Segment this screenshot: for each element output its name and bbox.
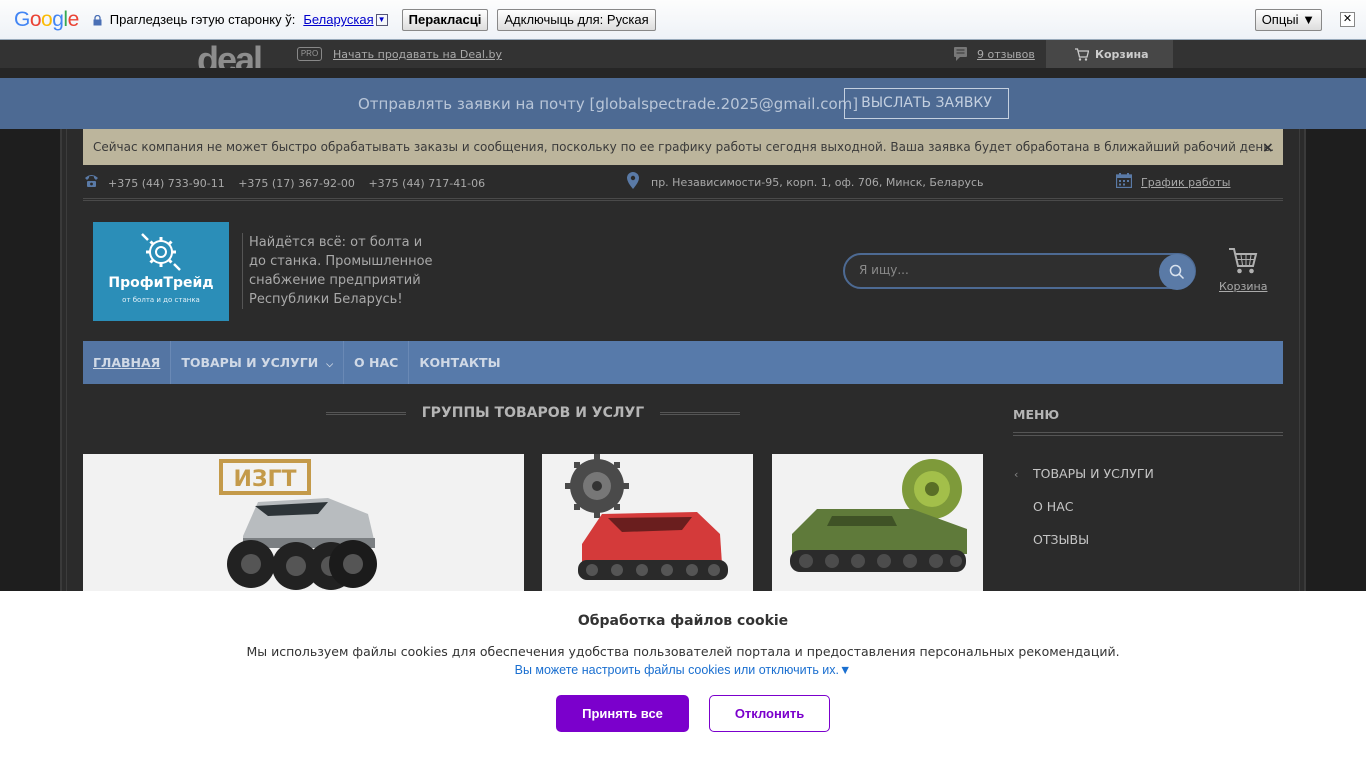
search-input[interactable]	[859, 263, 1149, 277]
product-group-card[interactable]	[542, 454, 753, 591]
chevron-left-icon[interactable]: ‹	[1014, 468, 1018, 481]
header-cart-link[interactable]: Корзина	[1219, 280, 1267, 293]
translate-bar: Google Прагледзець гэтую старонку ў: Бел…	[0, 0, 1366, 40]
request-email-text: Отправлять заявки на почту [globalspectr…	[358, 95, 859, 113]
work-schedule-link[interactable]: График работы	[1141, 176, 1230, 189]
company-address: пр. Независимости-95, корп. 1, оф. 706, …	[651, 176, 984, 189]
decline-button[interactable]: Отклонить	[709, 695, 830, 732]
izgt-logo-text: ИЗГТ	[233, 467, 296, 492]
product-group-card[interactable]	[772, 454, 983, 591]
nav-item-contacts[interactable]: КОНТАКТЫ	[409, 341, 510, 384]
title-decoration	[660, 412, 740, 415]
translate-language-select[interactable]: Беларуская	[303, 12, 373, 27]
translate-button[interactable]: Перакласці	[401, 8, 489, 31]
cookie-settings-link[interactable]: Вы можете настроить файлы cookies или от…	[0, 663, 1366, 677]
translate-prompt: Прагледзець гэтую старонку ў:	[109, 12, 296, 27]
cart-icon[interactable]	[1228, 247, 1258, 275]
logo-name: ПрофиТрейд	[108, 275, 214, 291]
phone-number[interactable]: +375 (17) 367-92-00	[238, 177, 355, 190]
closed-notice: Сейчас компания не может быстро обрабаты…	[83, 129, 1283, 165]
cookie-title: Обработка файлов cookie	[577, 613, 789, 629]
phone-icon[interactable]	[83, 172, 99, 188]
company-logo[interactable]: ПрофиТрейд от болта и до станка	[93, 222, 229, 321]
reviews-link[interactable]: 9 отзывов	[977, 48, 1035, 61]
phone-list: +375 (44) 733-90-11 +375 (17) 367-92-00 …	[108, 177, 495, 190]
groups-title: ГРУППЫ ТОВАРОВ И УСЛУГ	[421, 405, 645, 421]
phone-number[interactable]: +375 (44) 717-41-06	[368, 177, 485, 190]
deal-cart-label: Корзина	[1095, 47, 1149, 61]
logo-slogan: от болта и до станка	[122, 296, 200, 304]
translate-close-icon[interactable]: ✕	[1340, 12, 1355, 27]
nav-item-about[interactable]: О НАС	[344, 341, 410, 384]
google-logo: Google	[14, 7, 79, 31]
product-group-card[interactable]: ИЗГТ	[83, 454, 524, 591]
armored-tracked-vehicle-image	[790, 459, 967, 572]
chevron-down-icon: ⌵	[326, 360, 334, 370]
sidebar-divider	[1013, 432, 1283, 436]
cookie-text: Мы используем файлы cookies для обеспече…	[246, 644, 1120, 659]
deal-pro-badge: PRO	[297, 47, 322, 61]
calendar-icon	[1115, 173, 1133, 189]
start-selling-link[interactable]: Начать продавать на Deal.by	[333, 48, 502, 61]
cookie-banner: Обработка файлов cookie Мы используем фа…	[0, 591, 1366, 768]
search-button[interactable]	[1159, 254, 1195, 290]
location-pin-icon	[627, 172, 639, 189]
disable-translate-button[interactable]: Адключыць для: Руская	[497, 8, 656, 31]
reviews-icon	[954, 47, 967, 61]
company-tagline: Найдётся всё: от болта и до станка. Пром…	[242, 233, 442, 309]
lock-icon	[93, 14, 102, 25]
search-icon	[1169, 264, 1185, 280]
sidebar-title: МЕНЮ	[1013, 407, 1060, 422]
send-request-button[interactable]: ВЫСЛАТЬ ЗАЯВКУ	[844, 88, 1009, 119]
nav-item-products[interactable]: ТОВАРЫ И УСЛУГИ ⌵	[171, 341, 345, 384]
nav-item-label: ТОВАРЫ И УСЛУГИ	[181, 355, 319, 370]
cart-icon	[1075, 47, 1089, 61]
sidebar-item-about[interactable]: О НАС	[1033, 499, 1074, 514]
translate-options-button[interactable]: Опцыі ▼	[1254, 8, 1322, 31]
notice-close-icon[interactable]: ×	[1262, 140, 1274, 156]
divider	[0, 68, 1366, 78]
deal-cart-button[interactable]: Корзина	[1046, 40, 1173, 68]
nav-item-home[interactable]: ГЛАВНАЯ	[83, 341, 172, 384]
accept-all-button[interactable]: Принять все	[556, 695, 689, 732]
gear-wrench-icon	[141, 233, 181, 271]
phone-number[interactable]: +375 (44) 733-90-11	[108, 177, 225, 190]
sidebar-item-products[interactable]: ТОВАРЫ И УСЛУГИ	[1033, 466, 1154, 481]
main-nav: ГЛАВНАЯ ТОВАРЫ И УСЛУГИ ⌵ О НАС КОНТАКТЫ	[83, 341, 1283, 384]
sidebar-item-reviews[interactable]: ОТЗЫВЫ	[1033, 532, 1089, 547]
search-box	[843, 253, 1196, 290]
amphibious-vehicle-image: ИЗГТ	[219, 459, 377, 590]
tracked-vehicle-image	[565, 454, 728, 580]
language-dropdown-icon[interactable]: ▼	[375, 13, 388, 26]
